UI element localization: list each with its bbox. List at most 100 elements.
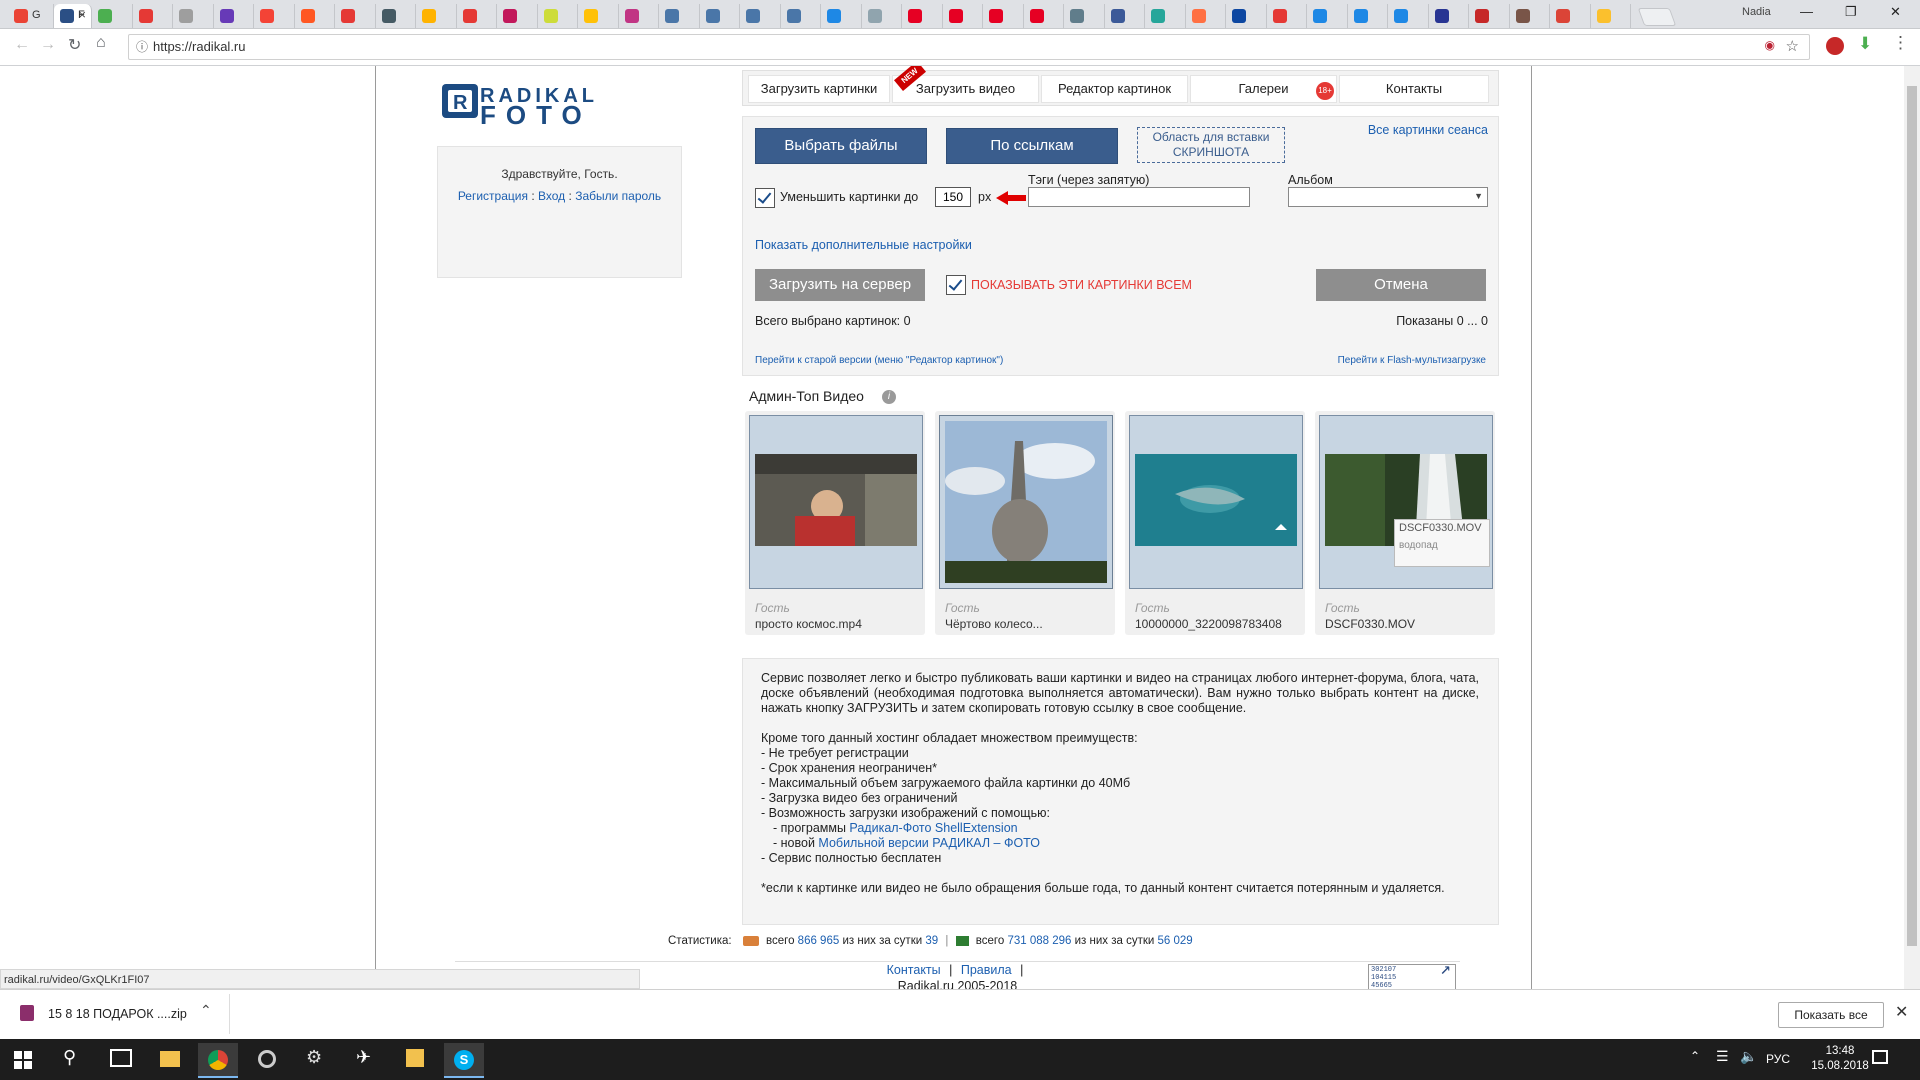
language-indicator[interactable]: РУС	[1766, 1052, 1790, 1066]
video-tile[interactable]: DSCF0330.MOV водопад Гость DSCF0330.MOV	[1315, 411, 1495, 635]
maximize-icon[interactable]: ❐	[1845, 4, 1857, 20]
browser-tab[interactable]	[1226, 4, 1267, 28]
cancel-button[interactable]: Отмена	[1316, 269, 1486, 301]
flash-upload-link[interactable]: Перейти к Flash-мультизагрузке	[1338, 355, 1486, 366]
bookmark-star-icon[interactable]: ☆	[1786, 37, 1799, 55]
forward-icon[interactable]: →	[40, 36, 56, 54]
new-tab-button[interactable]	[1637, 8, 1677, 26]
task-view-icon[interactable]	[110, 1049, 132, 1067]
stats-value[interactable]: 56 029	[1158, 935, 1193, 947]
old-version-link[interactable]: Перейти к старой версии (меню "Редактор …	[755, 355, 1003, 366]
opera-icon[interactable]	[258, 1050, 276, 1068]
nav-contacts[interactable]: Контакты	[1339, 75, 1489, 103]
stats-value[interactable]: 731 088 296	[1007, 935, 1071, 947]
video-name[interactable]: DSCF0330.MOV	[1325, 617, 1490, 631]
app-icon[interactable]: ✈	[356, 1047, 371, 1068]
browser-tab[interactable]	[173, 4, 214, 28]
shellextension-link[interactable]: Радикал-Фото ShellExtension	[849, 821, 1017, 835]
abp-extension-icon[interactable]	[1826, 37, 1844, 55]
show-to-all-checkbox[interactable]	[946, 275, 966, 295]
browser-tab-active[interactable]: F ×	[54, 4, 92, 28]
browser-tab[interactable]	[214, 4, 254, 28]
home-icon[interactable]: ⌂	[96, 34, 106, 52]
browser-tab[interactable]	[781, 4, 821, 28]
browser-tab[interactable]	[983, 4, 1024, 28]
browser-tab[interactable]	[133, 4, 173, 28]
video-tile[interactable]: Гость просто космос.mp4	[745, 411, 925, 635]
video-name[interactable]: просто космос.mp4	[755, 617, 920, 631]
browser-tab[interactable]	[1591, 4, 1631, 28]
browser-tab[interactable]	[1186, 4, 1226, 28]
radikal-foto-logo[interactable]: R RADIKAL FOTO	[440, 82, 678, 130]
browser-tab[interactable]	[295, 4, 335, 28]
page-scrollbar[interactable]	[1904, 66, 1920, 989]
browser-tab[interactable]	[497, 4, 538, 28]
profile-name[interactable]: Nadia	[1742, 6, 1771, 18]
forgot-password-link[interactable]: Забыли пароль	[575, 189, 661, 203]
reduce-size-input[interactable]	[935, 187, 971, 207]
nav-galleries[interactable]: Галереи	[1190, 75, 1337, 103]
chrome-taskbar-button[interactable]	[198, 1043, 238, 1078]
browser-tab[interactable]	[1024, 4, 1064, 28]
browser-tab[interactable]	[457, 4, 497, 28]
download-extension-icon[interactable]: ⬇	[1858, 34, 1872, 54]
by-links-button[interactable]: По ссылкам	[946, 128, 1118, 164]
wifi-icon[interactable]: ☰	[1716, 1048, 1729, 1065]
chevron-up-icon[interactable]: ⌃	[200, 1002, 212, 1019]
browser-tab[interactable]: G	[8, 4, 54, 28]
video-thumbnail[interactable]	[939, 415, 1113, 589]
browser-tab[interactable]	[1348, 4, 1388, 28]
choose-files-button[interactable]: Выбрать файлы	[755, 128, 927, 164]
video-thumbnail[interactable]	[1129, 415, 1303, 589]
footer-rules-link[interactable]: Правила	[961, 963, 1012, 977]
browser-tab[interactable]	[335, 4, 376, 28]
volume-icon[interactable]: 🔈	[1740, 1048, 1757, 1065]
chevron-up-icon[interactable]: ⌃	[1690, 1049, 1700, 1063]
browser-tab[interactable]	[376, 4, 416, 28]
adblock-icon[interactable]: ◉	[1765, 38, 1775, 52]
scrollbar-thumb[interactable]	[1907, 86, 1917, 946]
browser-tab[interactable]	[821, 4, 862, 28]
minimize-icon[interactable]: —	[1800, 4, 1813, 19]
register-link[interactable]: Регистрация	[458, 189, 528, 203]
browser-tab[interactable]	[1388, 4, 1429, 28]
clock[interactable]: 13:48 15.08.2018	[1810, 1044, 1870, 1074]
browser-tab[interactable]	[862, 4, 902, 28]
close-icon[interactable]: ✕	[1895, 1002, 1908, 1022]
info-icon[interactable]: i	[882, 390, 896, 404]
menu-icon[interactable]: ⋮	[1892, 33, 1909, 53]
reduce-checkbox[interactable]	[755, 188, 775, 208]
back-icon[interactable]: ←	[14, 36, 30, 54]
browser-tab[interactable]	[902, 4, 943, 28]
browser-tab[interactable]	[700, 4, 740, 28]
video-name[interactable]: 10000000_3220098783408	[1135, 617, 1300, 631]
browser-tab[interactable]	[254, 4, 295, 28]
video-thumbnail[interactable]: DSCF0330.MOV водопад	[1319, 415, 1493, 589]
browser-tab[interactable]	[1307, 4, 1348, 28]
reload-icon[interactable]: ↻	[68, 35, 81, 55]
app-icon[interactable]	[406, 1049, 424, 1067]
show-more-settings-link[interactable]: Показать дополнительные настройки	[755, 238, 972, 252]
download-filename[interactable]: 15 8 18 ПОДАРОК ....zip	[48, 1007, 187, 1021]
album-select[interactable]: ▼	[1288, 187, 1488, 207]
counter-widget[interactable]: 302107 104115 45665 ↗	[1368, 961, 1456, 989]
stats-value[interactable]: 866 965	[798, 935, 840, 947]
browser-tab[interactable]	[1064, 4, 1105, 28]
browser-tab[interactable]	[1105, 4, 1145, 28]
browser-tab[interactable]	[416, 4, 457, 28]
upload-to-server-button[interactable]: Загрузить на сервер	[755, 269, 925, 301]
close-window-icon[interactable]: ✕	[1890, 4, 1901, 20]
video-tile[interactable]: Гость 10000000_3220098783408	[1125, 411, 1305, 635]
skype-taskbar-button[interactable]: S	[444, 1043, 484, 1078]
stats-value[interactable]: 39	[925, 935, 938, 947]
browser-tab[interactable]	[1429, 4, 1469, 28]
footer-contacts-link[interactable]: Контакты	[887, 963, 941, 977]
all-session-images-link[interactable]: Все картинки сеанса	[1368, 123, 1488, 137]
browser-tab[interactable]	[659, 4, 700, 28]
file-explorer-icon[interactable]	[160, 1051, 180, 1067]
mobile-version-link[interactable]: Мобильной версии РАДИКАЛ – ФОТО	[818, 836, 1040, 850]
video-thumbnail[interactable]	[749, 415, 923, 589]
tab-close-icon[interactable]: ×	[78, 7, 86, 22]
video-name[interactable]: Чёртово колесо...	[945, 617, 1110, 631]
browser-tab[interactable]	[92, 4, 133, 28]
